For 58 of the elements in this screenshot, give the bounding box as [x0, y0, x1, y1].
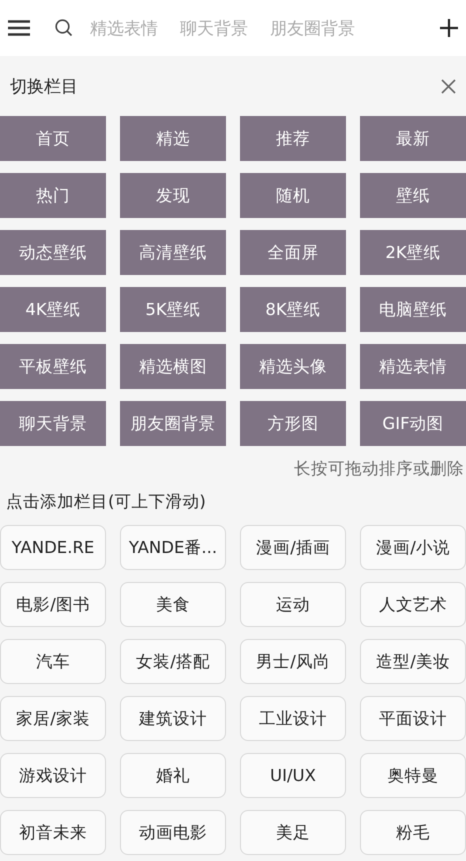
add-column-tile[interactable]: 婚礼 — [120, 753, 226, 798]
add-column-tile[interactable]: 美食 — [120, 582, 226, 627]
panel-title: 切换栏目 — [10, 76, 78, 98]
column-tile[interactable]: 2K壁纸 — [360, 230, 466, 275]
column-tile[interactable]: 随机 — [240, 173, 346, 218]
column-tile[interactable]: 平板壁纸 — [0, 344, 106, 389]
add-column-tile[interactable]: 游戏设计 — [0, 753, 106, 798]
category-tab[interactable]: 聊天背景 — [180, 16, 248, 40]
column-tile[interactable]: 首页 — [0, 116, 106, 161]
column-tile[interactable]: 推荐 — [240, 116, 346, 161]
column-tile[interactable]: 壁纸 — [360, 173, 466, 218]
add-column-tile[interactable]: YANDE.RE — [0, 525, 106, 570]
category-tab[interactable]: 精选表情 — [90, 16, 158, 40]
add-column-tile[interactable]: 漫画/小说 — [360, 525, 466, 570]
add-column-tile[interactable]: 建筑设计 — [120, 696, 226, 741]
section-title: 点击添加栏目(可上下滑动) — [5, 491, 207, 513]
category-tab[interactable]: 朋友圈背景 — [270, 16, 355, 40]
column-tile[interactable]: 精选头像 — [240, 344, 346, 389]
column-tile[interactable]: 动态壁纸 — [0, 230, 106, 275]
column-tile[interactable]: 电脑壁纸 — [360, 287, 466, 332]
column-tile[interactable]: 全面屏 — [240, 230, 346, 275]
add-column-tile[interactable]: 动画电影 — [120, 810, 226, 855]
search-icon[interactable] — [55, 19, 73, 37]
add-column-tile[interactable]: 女装/搭配 — [120, 639, 226, 684]
add-column-tile[interactable]: 工业设计 — [240, 696, 346, 741]
hint-text: 长按可拖动排序或删除 — [294, 459, 464, 478]
add-column-tile[interactable]: 漫画/插画 — [240, 525, 346, 570]
add-column-tile[interactable]: 运动 — [240, 582, 346, 627]
add-icon[interactable] — [440, 19, 458, 37]
add-column-tile[interactable]: 电影/图书 — [0, 582, 106, 627]
column-tile[interactable]: 最新 — [360, 116, 466, 161]
add-column-tile[interactable]: 人文艺术 — [360, 582, 466, 627]
add-column-tile[interactable]: YANDE番... — [120, 525, 226, 570]
column-tile[interactable]: 朋友圈背景 — [120, 401, 226, 446]
add-column-tile[interactable]: UI/UX — [240, 753, 346, 798]
add-column-tile[interactable]: 奥特曼 — [360, 753, 466, 798]
add-column-tile[interactable]: 家居/家装 — [0, 696, 106, 741]
menu-icon[interactable] — [8, 20, 30, 36]
column-tile[interactable]: 热门 — [0, 173, 106, 218]
add-column-tile[interactable]: 造型/美妆 — [360, 639, 466, 684]
add-column-tile[interactable]: 男士/风尚 — [240, 639, 346, 684]
column-tile[interactable]: 8K壁纸 — [240, 287, 346, 332]
close-icon[interactable] — [441, 78, 456, 94]
add-column-tile[interactable]: 初音未来 — [0, 810, 106, 855]
column-tile[interactable]: 精选表情 — [360, 344, 466, 389]
add-column-tile[interactable]: 汽车 — [0, 639, 106, 684]
column-tile[interactable]: 5K壁纸 — [120, 287, 226, 332]
add-column-tile[interactable]: 平面设计 — [360, 696, 466, 741]
column-tile[interactable]: 精选横图 — [120, 344, 226, 389]
column-tile[interactable]: 方形图 — [240, 401, 346, 446]
column-tile[interactable]: 精选 — [120, 116, 226, 161]
column-tile[interactable]: 高清壁纸 — [120, 230, 226, 275]
column-tile[interactable]: GIF动图 — [360, 401, 466, 446]
column-tile[interactable]: 发现 — [120, 173, 226, 218]
add-column-tile[interactable]: 粉毛 — [360, 810, 466, 855]
add-column-tile[interactable]: 美足 — [240, 810, 346, 855]
column-tile[interactable]: 4K壁纸 — [0, 287, 106, 332]
column-tile[interactable]: 聊天背景 — [0, 401, 106, 446]
